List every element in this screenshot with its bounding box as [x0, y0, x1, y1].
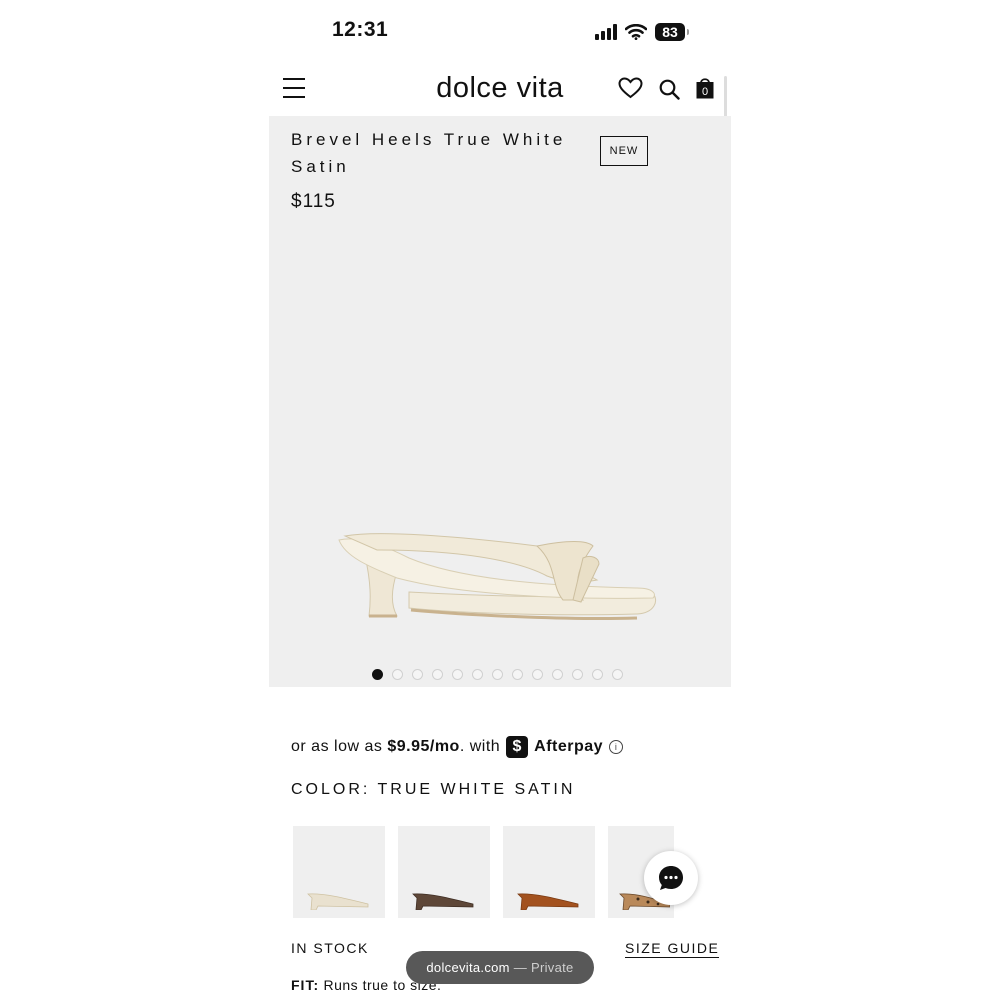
swatch-true-white-satin[interactable]	[293, 826, 385, 918]
afterpay-message: or as low as $9.95/mo. with $ Afterpay i	[291, 736, 624, 758]
afterpay-amount: $9.95/mo	[387, 738, 460, 755]
carousel-dot[interactable]	[412, 669, 423, 680]
browser-url-bar[interactable]: dolcevita.com — Private	[406, 951, 594, 984]
phone-screen: 12:31 83 dolce vita 0 Brevel Heels True …	[269, 0, 731, 1000]
carousel-dot[interactable]	[512, 669, 523, 680]
product-price: $115	[291, 191, 336, 212]
afterpay-brand: Afterpay	[534, 738, 604, 755]
product-image[interactable]	[337, 528, 663, 624]
chat-button[interactable]	[644, 851, 698, 905]
cart-count: 0	[701, 86, 709, 98]
status-icons: 83	[595, 20, 689, 44]
new-badge: NEW	[600, 136, 648, 166]
swatch-dark-brown[interactable]	[398, 826, 490, 918]
fit-label: FIT:	[291, 977, 320, 993]
carousel-dot[interactable]	[592, 669, 603, 680]
chat-bubble-icon	[659, 866, 683, 890]
product-title: Brevel Heels True White Satin	[291, 130, 567, 176]
afterpay-logo-icon: $	[506, 736, 529, 758]
status-time: 12:31	[332, 18, 389, 41]
private-mode-label: — Private	[513, 960, 574, 975]
carousel-dot[interactable]	[532, 669, 543, 680]
stock-status: IN STOCK	[291, 940, 369, 956]
site-header: dolce vita 0	[269, 62, 731, 116]
swatch-cognac[interactable]	[503, 826, 595, 918]
carousel-dot[interactable]	[612, 669, 623, 680]
carousel-dot[interactable]	[552, 669, 563, 680]
url-text: dolcevita.com	[426, 960, 510, 975]
carousel-dot[interactable]	[492, 669, 503, 680]
carousel-dot[interactable]	[392, 669, 403, 680]
battery-icon: 83	[655, 23, 689, 41]
carousel-dot[interactable]	[372, 669, 383, 680]
shopping-bag-icon[interactable]: 0	[696, 77, 714, 104]
product-hero: Brevel Heels True White Satin $115 NEW	[269, 116, 731, 687]
size-guide-link[interactable]: SIZE GUIDE	[625, 940, 720, 958]
carousel-dot[interactable]	[472, 669, 483, 680]
search-icon[interactable]	[659, 79, 680, 100]
afterpay-suffix: . with	[459, 738, 501, 755]
carousel-dot[interactable]	[572, 669, 583, 680]
heart-icon[interactable]	[618, 77, 643, 99]
signal-icon	[595, 24, 617, 40]
color-label: COLOR: TRUE WHITE SATIN	[291, 781, 576, 798]
afterpay-prefix: or as low as	[291, 738, 383, 755]
carousel-dot[interactable]	[452, 669, 463, 680]
wifi-icon	[625, 24, 647, 40]
color-swatches	[293, 826, 675, 918]
image-carousel-dots	[372, 669, 623, 680]
carousel-dot[interactable]	[432, 669, 443, 680]
info-icon[interactable]: i	[609, 740, 624, 754]
